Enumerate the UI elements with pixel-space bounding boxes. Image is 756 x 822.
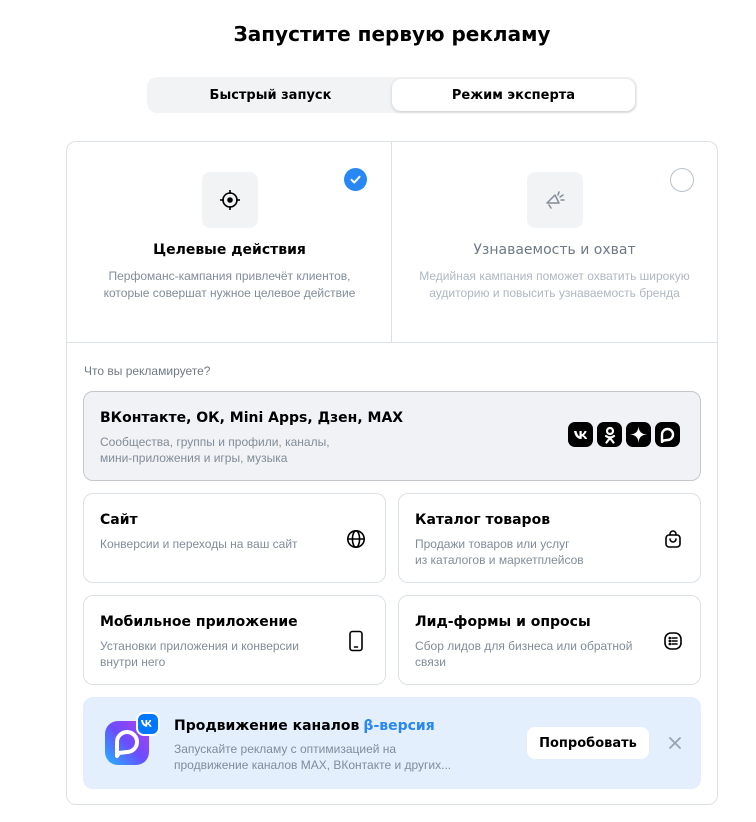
tab-expert-mode[interactable]: Режим эксперта (392, 79, 635, 111)
goal-title: Узнаваемость и охват (473, 242, 636, 258)
card-description: Конверсии и переходы на ваш сайт (100, 537, 298, 551)
card-description-line: мини-приложения и игры, музыка (100, 451, 288, 465)
goal-option-target-actions[interactable]: Целевые действия Перфоманс-кампания прив… (67, 142, 392, 342)
goal-icon-box (527, 172, 583, 228)
goal-title: Целевые действия (153, 242, 306, 258)
card-description: Установки приложения и конверсии внутри … (100, 638, 299, 670)
card-title: ВКонтакте, ОК, Mini Apps, Дзен, MAX (100, 410, 404, 426)
goal-description: Медийная кампания поможет охватить широк… (419, 269, 690, 300)
card-description-line: из каталогов и маркетплейсов (415, 553, 584, 567)
dzen-icon (626, 422, 651, 447)
social-icons (568, 422, 680, 447)
ok-icon (597, 422, 622, 447)
goal-description: Перфоманс-кампания привлечёт клиентов, к… (103, 269, 356, 300)
radio-unselected (670, 168, 694, 192)
card-description-line: Установки приложения и конверсии (100, 639, 299, 653)
card-title: Сайт (100, 512, 138, 528)
promo-description-line: Запускайте рекламу с оптимизацией на (174, 742, 397, 756)
card-title: Мобильное приложение (100, 614, 298, 630)
close-icon[interactable] (665, 733, 685, 753)
shopping-bag-icon (663, 529, 683, 549)
card-title: Лид-формы и опросы (415, 614, 591, 630)
form-list-icon (663, 631, 683, 651)
object-card-site[interactable]: Сайт Конверсии и переходы на ваш сайт (83, 493, 386, 583)
promo-title-text: Продвижение каналов (174, 718, 360, 734)
goal-selector: Целевые действия Перфоманс-кампания прив… (67, 142, 717, 343)
object-card-lead-forms[interactable]: Лид-формы и опросы Сбор лидов для бизнес… (398, 595, 701, 685)
card-description-line: Продажи товаров или услуг (415, 537, 570, 551)
page-title: Запустите первую рекламу (233, 22, 551, 46)
tab-quick-launch[interactable]: Быстрый запуск (149, 79, 392, 111)
promo-description-line: продвижение каналов MAX, ВКонтакте и дру… (174, 758, 452, 772)
object-card-catalog[interactable]: Каталог товаров Продажи товаров или услу… (398, 493, 701, 583)
card-description: Сбор лидов для бизнеса или обратной связ… (415, 638, 632, 670)
card-description-line: внутри него (100, 655, 166, 669)
object-card-mobile-app[interactable]: Мобильное приложение Установки приложени… (83, 595, 386, 685)
max-icon (655, 422, 680, 447)
target-icon (220, 190, 240, 210)
megaphone-icon (546, 191, 565, 209)
mode-switch: Быстрый запуск Режим эксперта (147, 77, 637, 113)
card-description: Продажи товаров или услуг из каталогов и… (415, 536, 584, 568)
promo-title: Продвижение каналов β-версия (174, 718, 435, 734)
goal-option-awareness[interactable]: Узнаваемость и охват Медийная кампания п… (392, 142, 717, 342)
smartphone-icon (348, 630, 364, 652)
card-description-line: Сообщества, группы и профили, каналы, (100, 435, 330, 449)
try-button[interactable]: Попробовать (527, 727, 649, 759)
object-card-social[interactable]: ВКонтакте, ОК, Mini Apps, Дзен, MAX Сооб… (83, 391, 701, 481)
globe-icon (346, 529, 366, 549)
goal-icon-box (202, 172, 258, 228)
vk-icon (568, 422, 593, 447)
beta-badge: β-версия (363, 718, 435, 734)
card-description: Сообщества, группы и профили, каналы, ми… (100, 434, 330, 466)
promo-description: Запускайте рекламу с оптимизацией на про… (174, 741, 484, 773)
channel-promo-banner: Продвижение каналов β-версия Запускайте р… (83, 697, 701, 789)
card-description-line: связи (415, 655, 446, 669)
selected-check-icon (344, 168, 367, 191)
card-title: Каталог товаров (415, 512, 551, 528)
campaign-setup-panel: Целевые действия Перфоманс-кампания прив… (66, 141, 718, 805)
max-vk-logo-icon (103, 711, 161, 769)
object-question-label: Что вы рекламируете? (84, 364, 211, 378)
card-description-line: Сбор лидов для бизнеса или обратной (415, 639, 633, 653)
